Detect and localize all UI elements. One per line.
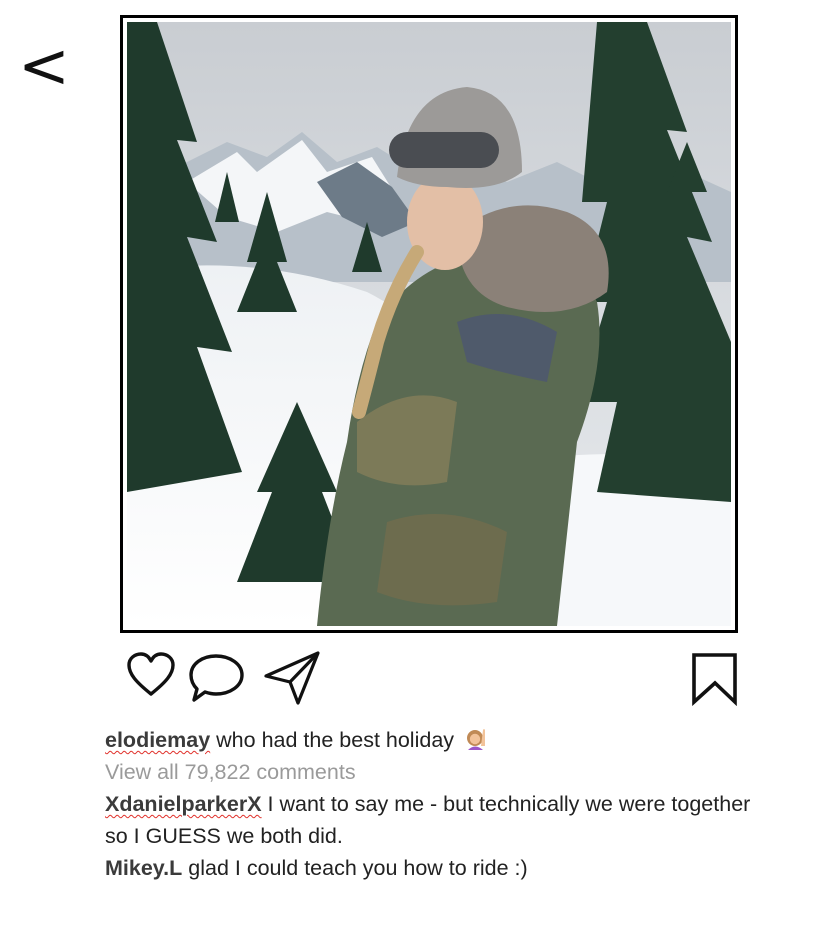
person-raising-hand-emoji-icon	[464, 726, 488, 750]
comment-username[interactable]: XdanielparkerX	[105, 792, 262, 816]
send-icon[interactable]	[262, 650, 324, 708]
caption-username[interactable]: elodiemay	[105, 728, 210, 752]
comment: XdanielparkerX I want to say me - but te…	[105, 788, 765, 852]
heart-icon[interactable]	[126, 652, 176, 698]
comment-text: glad I could teach you how to ride :)	[188, 856, 528, 880]
comment: Mikey.L glad I could teach you how to ri…	[105, 852, 765, 884]
back-button[interactable]: <	[18, 34, 70, 98]
post-photo-frame	[120, 15, 738, 633]
comment-username[interactable]: Mikey.L	[105, 856, 182, 880]
caption-text: who had the best holiday	[216, 728, 455, 752]
comment-icon[interactable]	[188, 652, 246, 704]
post-actions-bar	[120, 648, 740, 708]
view-all-comments-link[interactable]: View all 79,822 comments	[105, 756, 765, 788]
bookmark-icon[interactable]	[690, 652, 740, 706]
post-caption: elodiemay who had the best holiday	[105, 724, 765, 756]
caption-area: elodiemay who had the best holiday View …	[105, 724, 765, 884]
post-photo[interactable]	[127, 22, 731, 626]
